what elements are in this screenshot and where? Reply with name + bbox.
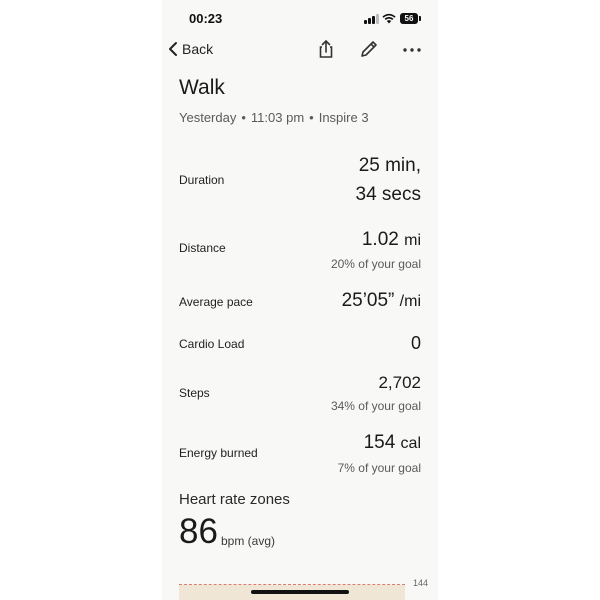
home-indicator[interactable]: [251, 590, 349, 594]
pace-number: 25’05”: [341, 290, 395, 311]
heart-rate-max-line: [179, 584, 405, 585]
heart-rate-zones-title: Heart rate zones: [179, 491, 290, 508]
nav-bar: Back: [162, 36, 438, 62]
activity-subtitle: Yesterday • 11:03 pm • Inspire 3: [179, 110, 369, 125]
activity-day: Yesterday: [179, 110, 237, 125]
pace-value: 25’05” /mi: [342, 290, 421, 312]
chevron-left-icon: [169, 42, 177, 56]
energy-number: 154: [363, 432, 396, 453]
duration-label: Duration: [179, 173, 225, 187]
steps-goal: 34% of your goal: [330, 399, 421, 413]
share-icon[interactable]: [316, 39, 336, 59]
pace-unit: /mi: [399, 293, 421, 310]
energy-goal: 7% of your goal: [337, 461, 421, 475]
duration-value-line2: 34 secs: [355, 184, 421, 205]
status-time: 00:23: [189, 11, 223, 26]
back-label: Back: [182, 41, 214, 57]
energy-unit: cal: [400, 435, 421, 452]
battery-tip: [419, 16, 421, 21]
energy-label: Energy burned: [179, 446, 258, 460]
distance-goal: 20% of your goal: [330, 257, 421, 271]
wifi-icon: [382, 13, 396, 24]
cardio-load-value: 0: [410, 333, 421, 353]
separator-dot: •: [309, 110, 314, 125]
heart-rate-unit: bpm (avg): [221, 534, 276, 548]
heart-rate-chart-tick: 144: [413, 578, 429, 588]
signal-icon: [364, 14, 380, 24]
activity-title: Walk: [179, 76, 225, 99]
battery-icon: 56: [400, 13, 418, 24]
activity-time: 11:03 pm: [250, 110, 305, 125]
steps-value: 2,702: [378, 373, 421, 392]
status-bar: 00:23 56: [162, 10, 438, 28]
separator-dot: •: [241, 110, 246, 125]
back-button[interactable]: Back: [168, 38, 213, 60]
edit-pencil-icon[interactable]: [359, 39, 379, 59]
more-options-icon[interactable]: [402, 39, 422, 59]
activity-device: Inspire 3: [318, 110, 369, 125]
energy-value: 154 cal: [364, 432, 421, 454]
pace-label: Average pace: [179, 295, 253, 309]
distance-unit: mi: [404, 232, 421, 249]
cardio-load-label: Cardio Load: [179, 337, 245, 351]
steps-label: Steps: [179, 386, 210, 400]
heart-rate-avg: 86: [179, 512, 218, 551]
distance-value: 1.02 mi: [362, 229, 421, 251]
distance-number: 1.02: [361, 229, 399, 250]
duration-value-line1: 25 min,: [358, 155, 421, 176]
distance-label: Distance: [179, 241, 226, 255]
phone-screen: 00:23 56 Back Walk Yesterday • 11:03 pm …: [162, 0, 438, 600]
